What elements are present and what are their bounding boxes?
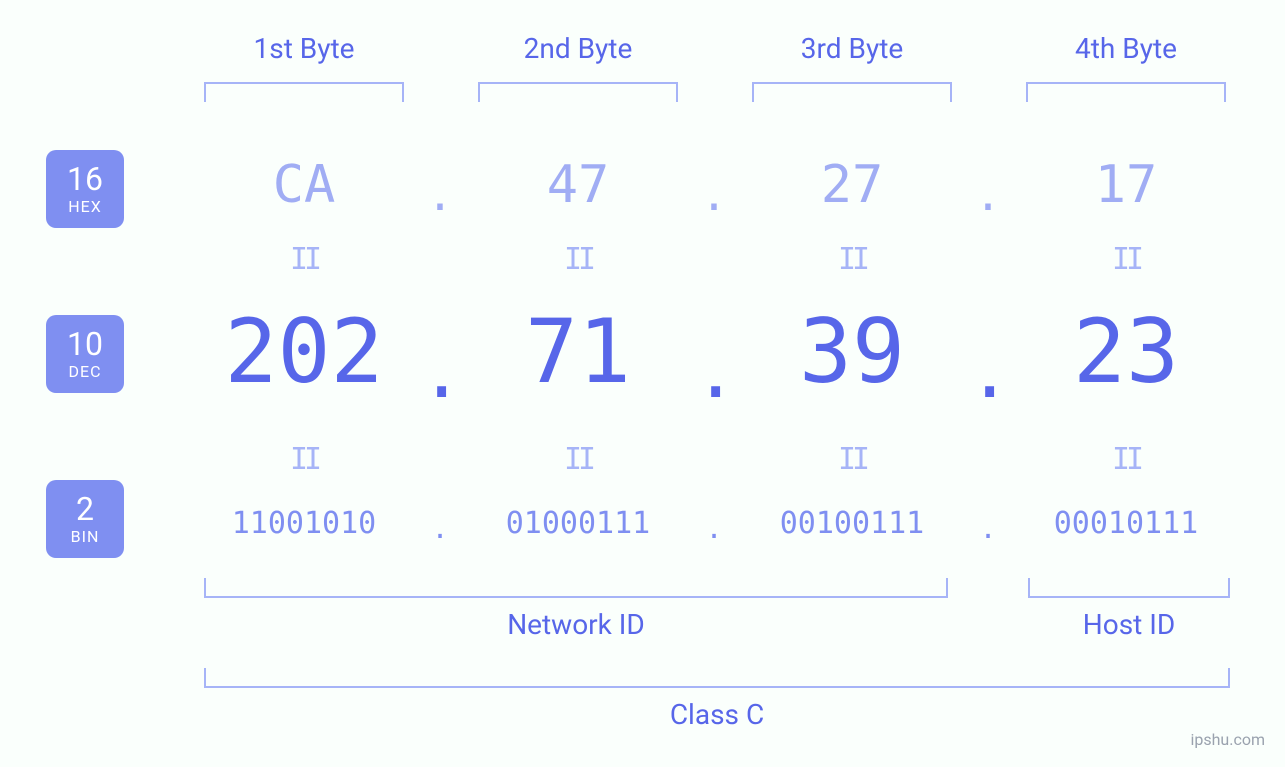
network-bracket: [204, 578, 948, 598]
dec-byte-4: 23: [1026, 300, 1226, 403]
byte-header-3: 3rd Byte: [752, 32, 952, 65]
badge-hex-txt: HEX: [68, 197, 102, 216]
badge-bin-num: 2: [76, 493, 94, 525]
byte-header-4: 4th Byte: [1026, 32, 1226, 65]
watermark: ipshu.com: [1190, 730, 1265, 749]
class-bracket: [204, 668, 1230, 688]
bin-byte-4: 00010111: [1026, 506, 1226, 541]
eq-hexdec-4: II: [1026, 242, 1226, 277]
dec-byte-3: 39: [752, 300, 952, 403]
hex-byte-2: 47: [478, 155, 678, 215]
badge-bin-txt: BIN: [71, 527, 100, 546]
badge-dec: 10 DEC: [46, 315, 124, 393]
badge-bin: 2 BIN: [46, 480, 124, 558]
eq-hexdec-2: II: [478, 242, 678, 277]
eq-hexdec-3: II: [752, 242, 952, 277]
eq-decbin-1: II: [204, 442, 404, 477]
byte-header-2: 2nd Byte: [478, 32, 678, 65]
bin-dot-2: .: [694, 512, 734, 545]
bin-byte-2: 01000111: [478, 506, 678, 541]
hex-dot-2: .: [694, 170, 734, 221]
dec-dot-2: .: [694, 330, 734, 414]
host-id-label: Host ID: [1028, 608, 1230, 641]
eq-decbin-4: II: [1026, 442, 1226, 477]
bin-byte-3: 00100111: [752, 506, 952, 541]
hex-byte-1: CA: [204, 155, 404, 215]
byte-bracket-1: [204, 82, 404, 102]
hex-byte-4: 17: [1026, 155, 1226, 215]
eq-decbin-3: II: [752, 442, 952, 477]
eq-decbin-2: II: [478, 442, 678, 477]
hex-dot-3: .: [968, 170, 1008, 221]
bin-byte-1: 11001010: [204, 506, 404, 541]
badge-dec-num: 10: [67, 328, 103, 360]
bin-dot-1: .: [420, 512, 460, 545]
badge-hex-num: 16: [67, 163, 103, 195]
host-bracket: [1028, 578, 1230, 598]
dec-dot-3: .: [968, 330, 1008, 414]
network-id-label: Network ID: [204, 608, 948, 641]
dec-byte-1: 202: [204, 300, 404, 403]
byte-bracket-4: [1026, 82, 1226, 102]
eq-hexdec-1: II: [204, 242, 404, 277]
dec-byte-2: 71: [478, 300, 678, 403]
byte-bracket-2: [478, 82, 678, 102]
bin-dot-3: .: [968, 512, 1008, 545]
badge-dec-txt: DEC: [68, 362, 101, 381]
class-label: Class C: [204, 698, 1230, 731]
badge-hex: 16 HEX: [46, 150, 124, 228]
byte-bracket-3: [752, 82, 952, 102]
hex-byte-3: 27: [752, 155, 952, 215]
byte-header-1: 1st Byte: [204, 32, 404, 65]
ip-diagram: 1st Byte 2nd Byte 3rd Byte 4th Byte 16 H…: [0, 0, 1285, 767]
hex-dot-1: .: [420, 170, 460, 221]
dec-dot-1: .: [420, 330, 460, 414]
